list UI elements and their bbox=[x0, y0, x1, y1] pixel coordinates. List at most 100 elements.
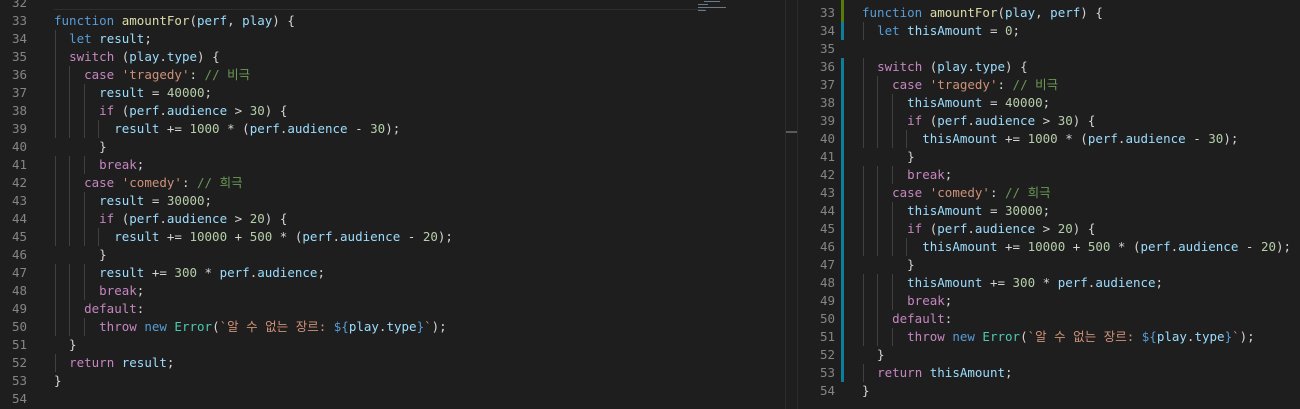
right-editor-pane[interactable]: 33 function amountFor(play, perf) {34 let… bbox=[798, 0, 1300, 409]
code-token: perf bbox=[302, 229, 333, 244]
code-text[interactable]: return thisAmount; bbox=[862, 364, 1012, 382]
code-text[interactable]: default: bbox=[54, 300, 144, 318]
code-token: perf bbox=[197, 13, 228, 28]
code-line[interactable]: 46 thisAmount += 10000 + 500 * (perf.aud… bbox=[798, 238, 1300, 256]
code-line[interactable]: 47 result += 300 * perf.audience; bbox=[0, 264, 785, 282]
code-text[interactable]: switch (play.type) { bbox=[862, 58, 1028, 76]
code-line[interactable]: 45 result += 10000 + 500 * (perf.audienc… bbox=[0, 228, 785, 246]
line-number: 32 bbox=[11, 0, 27, 10]
code-text[interactable]: thisAmount = 30000; bbox=[862, 202, 1050, 220]
code-text[interactable]: } bbox=[862, 346, 885, 364]
editor-split-divider[interactable] bbox=[785, 0, 798, 409]
code-line[interactable]: 38 thisAmount = 40000; bbox=[798, 94, 1300, 112]
code-line[interactable]: 34 let thisAmount = 0; bbox=[798, 22, 1300, 40]
code-text[interactable]: result += 1000 * (perf.audience - 30); bbox=[54, 120, 400, 138]
code-text[interactable]: } bbox=[862, 256, 915, 274]
code-line[interactable]: 52 return result; bbox=[0, 354, 785, 372]
code-line[interactable]: 43 result = 30000; bbox=[0, 192, 785, 210]
code-text[interactable]: default: bbox=[862, 310, 952, 328]
code-line[interactable]: 46 } bbox=[0, 246, 785, 264]
code-text[interactable]: switch (play.type) { bbox=[54, 48, 220, 66]
code-text[interactable]: } bbox=[54, 336, 77, 354]
code-line[interactable]: 34 let result; bbox=[0, 30, 785, 48]
code-line[interactable]: 38 if (perf.audience > 30) { bbox=[0, 102, 785, 120]
code-text[interactable]: if (perf.audience > 30) { bbox=[862, 112, 1095, 130]
code-text[interactable]: if (perf.audience > 30) { bbox=[54, 102, 287, 120]
code-text[interactable]: break; bbox=[54, 282, 144, 300]
code-text[interactable]: throw new Error(`알 수 없는 장르: ${play.type}… bbox=[54, 318, 447, 336]
code-text[interactable]: result = 30000; bbox=[54, 192, 212, 210]
code-line[interactable]: 32 bbox=[0, 0, 785, 12]
code-line[interactable]: 41 break; bbox=[0, 156, 785, 174]
code-line[interactable]: 40 } bbox=[0, 138, 785, 156]
code-text[interactable]: case 'tragedy': // 비극 bbox=[862, 76, 1058, 94]
code-text[interactable]: break; bbox=[862, 292, 952, 310]
code-text[interactable]: return result; bbox=[54, 354, 174, 372]
code-line[interactable]: 41 } bbox=[798, 148, 1300, 166]
code-line[interactable]: 49 break; bbox=[798, 292, 1300, 310]
code-text[interactable]: } bbox=[862, 382, 870, 400]
code-line[interactable]: 36 switch (play.type) { bbox=[798, 58, 1300, 76]
code-text[interactable]: thisAmount += 10000 + 500 * (perf.audien… bbox=[862, 238, 1291, 256]
code-text[interactable]: result = 40000; bbox=[54, 84, 212, 102]
code-line[interactable]: 48 thisAmount += 300 * perf.audience; bbox=[798, 274, 1300, 292]
code-line[interactable]: 39 if (perf.audience > 30) { bbox=[798, 112, 1300, 130]
code-token: type bbox=[386, 319, 417, 334]
code-token: ; bbox=[204, 193, 213, 208]
code-token: perf bbox=[1057, 275, 1088, 290]
code-text[interactable]: } bbox=[54, 138, 107, 156]
code-line[interactable]: 49 default: bbox=[0, 300, 785, 318]
code-token: Error bbox=[982, 329, 1021, 344]
code-line[interactable]: 52 } bbox=[798, 346, 1300, 364]
code-token: if bbox=[99, 211, 122, 226]
code-text[interactable]: thisAmount += 300 * perf.audience; bbox=[862, 274, 1163, 292]
code-text[interactable]: } bbox=[54, 372, 62, 390]
code-text[interactable]: if (perf.audience > 20) { bbox=[862, 220, 1095, 238]
code-text[interactable]: case 'tragedy': // 비극 bbox=[54, 66, 250, 84]
code-line[interactable]: 37 case 'tragedy': // 비극 bbox=[798, 76, 1300, 94]
code-text[interactable]: function amountFor(perf, play) { bbox=[54, 12, 295, 30]
code-text[interactable]: } bbox=[862, 148, 915, 166]
code-line[interactable]: 44 if (perf.audience > 20) { bbox=[0, 210, 785, 228]
code-line[interactable]: 42 case 'comedy': // 희극 bbox=[0, 174, 785, 192]
code-line[interactable]: 48 break; bbox=[0, 282, 785, 300]
code-text[interactable]: break; bbox=[862, 166, 952, 184]
code-text[interactable]: } bbox=[54, 246, 107, 264]
code-line[interactable]: 45 if (perf.audience > 20) { bbox=[798, 220, 1300, 238]
code-line[interactable]: 51 throw new Error(`알 수 없는 장르: ${play.ty… bbox=[798, 328, 1300, 346]
code-line[interactable]: 54 bbox=[0, 390, 785, 408]
code-line[interactable]: 53 return thisAmount; bbox=[798, 364, 1300, 382]
code-line[interactable]: 50 default: bbox=[798, 310, 1300, 328]
left-editor-pane[interactable]: 32 33 function amountFor(perf, play) {34 l… bbox=[0, 0, 785, 409]
code-text[interactable]: case 'comedy': // 희극 bbox=[862, 184, 1051, 202]
code-line[interactable]: 44 thisAmount = 30000; bbox=[798, 202, 1300, 220]
code-text[interactable]: if (perf.audience > 20) { bbox=[54, 210, 287, 228]
code-line[interactable]: 33 function amountFor(play, perf) { bbox=[798, 4, 1300, 22]
code-text[interactable]: case 'comedy': // 희극 bbox=[54, 174, 243, 192]
code-line[interactable]: 54} bbox=[798, 382, 1300, 400]
code-line[interactable]: 36 case 'tragedy': // 비극 bbox=[0, 66, 785, 84]
code-text[interactable]: thisAmount += 1000 * (perf.audience - 30… bbox=[862, 130, 1238, 148]
code-line[interactable]: 51 } bbox=[0, 336, 785, 354]
code-line[interactable]: 33 function amountFor(perf, play) { bbox=[0, 12, 785, 30]
code-line[interactable]: 37 result = 40000; bbox=[0, 84, 785, 102]
code-line[interactable]: 43 case 'comedy': // 희극 bbox=[798, 184, 1300, 202]
code-line[interactable]: 42 break; bbox=[798, 166, 1300, 184]
code-text[interactable]: function amountFor(play, perf) { bbox=[862, 4, 1103, 22]
code-line[interactable]: 35 bbox=[798, 40, 1300, 58]
code-text[interactable]: let result; bbox=[54, 30, 152, 48]
code-line[interactable]: 50 throw new Error(`알 수 없는 장르: ${play.ty… bbox=[0, 318, 785, 336]
code-token: 40000 bbox=[1005, 95, 1043, 110]
code-line[interactable]: 53} bbox=[0, 372, 785, 390]
code-text[interactable]: result += 300 * perf.audience; bbox=[54, 264, 325, 282]
code-line[interactable]: 47 } bbox=[798, 256, 1300, 274]
code-text[interactable]: thisAmount = 40000; bbox=[862, 94, 1050, 112]
code-text[interactable]: break; bbox=[54, 156, 144, 174]
code-text[interactable]: result += 10000 + 500 * (perf.audience -… bbox=[54, 228, 453, 246]
code-line[interactable]: 39 result += 1000 * (perf.audience - 30)… bbox=[0, 120, 785, 138]
code-text[interactable]: throw new Error(`알 수 없는 장르: ${play.type}… bbox=[862, 328, 1255, 346]
code-line[interactable]: 40 thisAmount += 1000 * (perf.audience -… bbox=[798, 130, 1300, 148]
code-text[interactable]: let thisAmount = 0; bbox=[862, 22, 1020, 40]
code-line[interactable]: 35 switch (play.type) { bbox=[0, 48, 785, 66]
